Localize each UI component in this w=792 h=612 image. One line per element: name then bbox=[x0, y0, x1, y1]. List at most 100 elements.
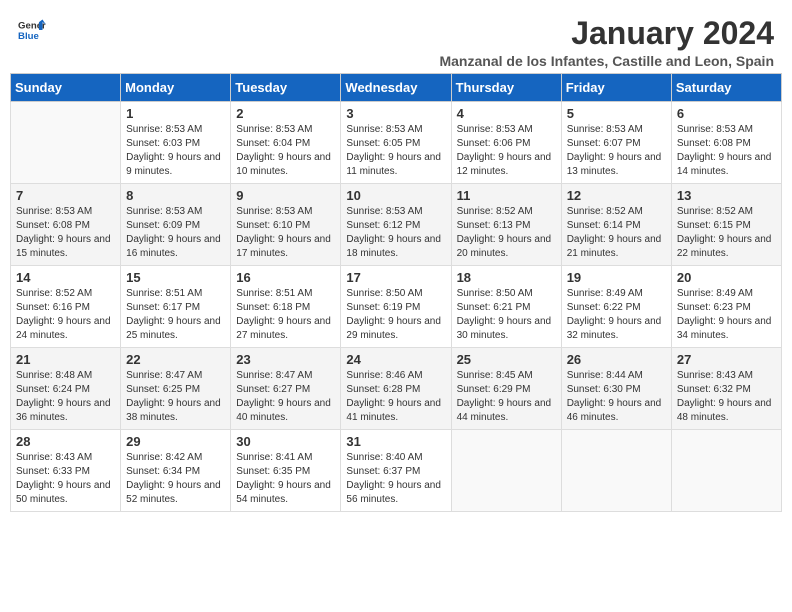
month-title: January 2024 bbox=[439, 16, 774, 51]
calendar-day-cell: 29 Sunrise: 8:42 AMSunset: 6:34 PMDayligh… bbox=[121, 430, 231, 512]
day-number: 25 bbox=[457, 352, 556, 367]
day-number: 3 bbox=[346, 106, 445, 121]
calendar-day-cell: 13 Sunrise: 8:52 AMSunset: 6:15 PMDayligh… bbox=[671, 184, 781, 266]
day-number: 2 bbox=[236, 106, 335, 121]
calendar-day-cell: 26Sunrise: 8:44 AMSunset: 6:30 PMDayligh… bbox=[561, 348, 671, 430]
calendar-table: SundayMondayTuesdayWednesdayThursdayFrid… bbox=[10, 73, 782, 512]
calendar-day-cell: 14 Sunrise: 8:52 AMSunset: 6:16 PMDayligh… bbox=[11, 266, 121, 348]
day-info: Sunrise: 8:46 AMSunset: 6:28 PMDaylight:… bbox=[346, 369, 445, 425]
day-number: 4 bbox=[457, 106, 556, 121]
calendar-day-cell: 6 Sunrise: 8:53 AMSunset: 6:08 PMDaylight… bbox=[671, 102, 781, 184]
day-info: Sunrise: 8:52 AMSunset: 6:13 PMDaylight:… bbox=[457, 205, 556, 261]
day-number: 10 bbox=[346, 188, 445, 203]
day-info: Sunrise: 8:42 AMSunset: 6:34 PMDaylight:… bbox=[126, 451, 225, 507]
day-info: Sunrise: 8:47 AMSunset: 6:27 PMDaylight:… bbox=[236, 369, 335, 425]
day-info: Sunrise: 8:53 AMSunset: 6:06 PMDaylight:… bbox=[457, 123, 556, 179]
day-number: 27 bbox=[677, 352, 776, 367]
day-number: 30 bbox=[236, 434, 335, 449]
day-info: Sunrise: 8:43 AMSunset: 6:33 PMDaylight:… bbox=[16, 451, 115, 507]
calendar-day-cell: 12 Sunrise: 8:52 AMSunset: 6:14 PMDayligh… bbox=[561, 184, 671, 266]
svg-text:Blue: Blue bbox=[18, 31, 39, 42]
weekday-header-cell: Wednesday bbox=[341, 74, 451, 102]
day-info: Sunrise: 8:52 AMSunset: 6:14 PMDaylight:… bbox=[567, 205, 666, 261]
weekday-header-cell: Sunday bbox=[11, 74, 121, 102]
day-number: 12 bbox=[567, 188, 666, 203]
calendar-day-cell: 24 Sunrise: 8:46 AMSunset: 6:28 PMDayligh… bbox=[341, 348, 451, 430]
calendar-day-cell: 10 Sunrise: 8:53 AMSunset: 6:12 PMDayligh… bbox=[341, 184, 451, 266]
calendar-day-cell bbox=[11, 102, 121, 184]
calendar-day-cell: 15 Sunrise: 8:51 AMSunset: 6:17 PMDayligh… bbox=[121, 266, 231, 348]
day-info: Sunrise: 8:51 AMSunset: 6:18 PMDaylight:… bbox=[236, 287, 335, 343]
calendar-day-cell bbox=[671, 430, 781, 512]
calendar-day-cell: 8 Sunrise: 8:53 AMSunset: 6:09 PMDaylight… bbox=[121, 184, 231, 266]
location-subtitle: Manzanal de los Infantes, Castille and L… bbox=[439, 53, 774, 69]
day-info: Sunrise: 8:53 AMSunset: 6:07 PMDaylight:… bbox=[567, 123, 666, 179]
logo: General Blue bbox=[18, 16, 46, 44]
day-number: 23 bbox=[236, 352, 335, 367]
day-number: 28 bbox=[16, 434, 115, 449]
day-number: 14 bbox=[16, 270, 115, 285]
day-info: Sunrise: 8:48 AMSunset: 6:24 PMDaylight:… bbox=[16, 369, 115, 425]
day-info: Sunrise: 8:53 AMSunset: 6:09 PMDaylight:… bbox=[126, 205, 225, 261]
day-number: 8 bbox=[126, 188, 225, 203]
calendar-day-cell: 27 Sunrise: 8:43 AMSunset: 6:32 PMDayligh… bbox=[671, 348, 781, 430]
day-info: Sunrise: 8:53 AMSunset: 6:08 PMDaylight:… bbox=[16, 205, 115, 261]
title-section: January 2024 Manzanal de los Infantes, C… bbox=[439, 16, 774, 69]
calendar-day-cell: 18Sunrise: 8:50 AMSunset: 6:21 PMDayligh… bbox=[451, 266, 561, 348]
day-number: 22 bbox=[126, 352, 225, 367]
day-number: 5 bbox=[567, 106, 666, 121]
day-number: 26 bbox=[567, 352, 666, 367]
day-number: 11 bbox=[457, 188, 556, 203]
day-number: 21 bbox=[16, 352, 115, 367]
day-number: 29 bbox=[126, 434, 225, 449]
day-number: 6 bbox=[677, 106, 776, 121]
calendar-day-cell: 5 Sunrise: 8:53 AMSunset: 6:07 PMDaylight… bbox=[561, 102, 671, 184]
calendar-day-cell: 31 Sunrise: 8:40 AMSunset: 6:37 PMDayligh… bbox=[341, 430, 451, 512]
day-info: Sunrise: 8:45 AMSunset: 6:29 PMDaylight:… bbox=[457, 369, 556, 425]
calendar-week-row: 1Sunrise: 8:53 AMSunset: 6:03 PMDaylight… bbox=[11, 102, 782, 184]
logo-icon: General Blue bbox=[18, 16, 46, 44]
day-info: Sunrise: 8:53 AMSunset: 6:08 PMDaylight:… bbox=[677, 123, 776, 179]
calendar-day-cell: 20 Sunrise: 8:49 AMSunset: 6:23 PMDayligh… bbox=[671, 266, 781, 348]
day-number: 24 bbox=[346, 352, 445, 367]
day-info: Sunrise: 8:53 AMSunset: 6:05 PMDaylight:… bbox=[346, 123, 445, 179]
day-info: Sunrise: 8:51 AMSunset: 6:17 PMDaylight:… bbox=[126, 287, 225, 343]
day-info: Sunrise: 8:50 AMSunset: 6:19 PMDaylight:… bbox=[346, 287, 445, 343]
day-number: 31 bbox=[346, 434, 445, 449]
calendar-day-cell: 19Sunrise: 8:49 AMSunset: 6:22 PMDayligh… bbox=[561, 266, 671, 348]
calendar-day-cell bbox=[561, 430, 671, 512]
day-info: Sunrise: 8:53 AMSunset: 6:04 PMDaylight:… bbox=[236, 123, 335, 179]
calendar-week-row: 21 Sunrise: 8:48 AMSunset: 6:24 PMDayligh… bbox=[11, 348, 782, 430]
day-info: Sunrise: 8:52 AMSunset: 6:15 PMDaylight:… bbox=[677, 205, 776, 261]
day-info: Sunrise: 8:47 AMSunset: 6:25 PMDaylight:… bbox=[126, 369, 225, 425]
calendar-day-cell: 11 Sunrise: 8:52 AMSunset: 6:13 PMDayligh… bbox=[451, 184, 561, 266]
day-info: Sunrise: 8:49 AMSunset: 6:23 PMDaylight:… bbox=[677, 287, 776, 343]
day-number: 1 bbox=[126, 106, 225, 121]
calendar-day-cell: 23 Sunrise: 8:47 AMSunset: 6:27 PMDayligh… bbox=[231, 348, 341, 430]
calendar-week-row: 7 Sunrise: 8:53 AMSunset: 6:08 PMDaylight… bbox=[11, 184, 782, 266]
calendar-day-cell: 25 Sunrise: 8:45 AMSunset: 6:29 PMDayligh… bbox=[451, 348, 561, 430]
weekday-header-cell: Friday bbox=[561, 74, 671, 102]
calendar-day-cell: 2 Sunrise: 8:53 AMSunset: 6:04 PMDaylight… bbox=[231, 102, 341, 184]
calendar-day-cell: 30Sunrise: 8:41 AMSunset: 6:35 PMDayligh… bbox=[231, 430, 341, 512]
calendar-day-cell: 16Sunrise: 8:51 AMSunset: 6:18 PMDayligh… bbox=[231, 266, 341, 348]
day-number: 13 bbox=[677, 188, 776, 203]
weekday-header-cell: Monday bbox=[121, 74, 231, 102]
day-info: Sunrise: 8:52 AMSunset: 6:16 PMDaylight:… bbox=[16, 287, 115, 343]
day-info: Sunrise: 8:40 AMSunset: 6:37 PMDaylight:… bbox=[346, 451, 445, 507]
calendar-week-row: 28 Sunrise: 8:43 AMSunset: 6:33 PMDayligh… bbox=[11, 430, 782, 512]
calendar-day-cell: 22 Sunrise: 8:47 AMSunset: 6:25 PMDayligh… bbox=[121, 348, 231, 430]
calendar-day-cell: 28 Sunrise: 8:43 AMSunset: 6:33 PMDayligh… bbox=[11, 430, 121, 512]
day-number: 20 bbox=[677, 270, 776, 285]
day-number: 7 bbox=[16, 188, 115, 203]
day-number: 17 bbox=[346, 270, 445, 285]
day-number: 15 bbox=[126, 270, 225, 285]
calendar-day-cell bbox=[451, 430, 561, 512]
day-info: Sunrise: 8:43 AMSunset: 6:32 PMDaylight:… bbox=[677, 369, 776, 425]
page-header: General Blue January 2024 Manzanal de lo… bbox=[10, 10, 782, 69]
day-info: Sunrise: 8:53 AMSunset: 6:12 PMDaylight:… bbox=[346, 205, 445, 261]
calendar-day-cell: 7 Sunrise: 8:53 AMSunset: 6:08 PMDaylight… bbox=[11, 184, 121, 266]
calendar-week-row: 14 Sunrise: 8:52 AMSunset: 6:16 PMDayligh… bbox=[11, 266, 782, 348]
weekday-header-cell: Thursday bbox=[451, 74, 561, 102]
calendar-day-cell: 21 Sunrise: 8:48 AMSunset: 6:24 PMDayligh… bbox=[11, 348, 121, 430]
